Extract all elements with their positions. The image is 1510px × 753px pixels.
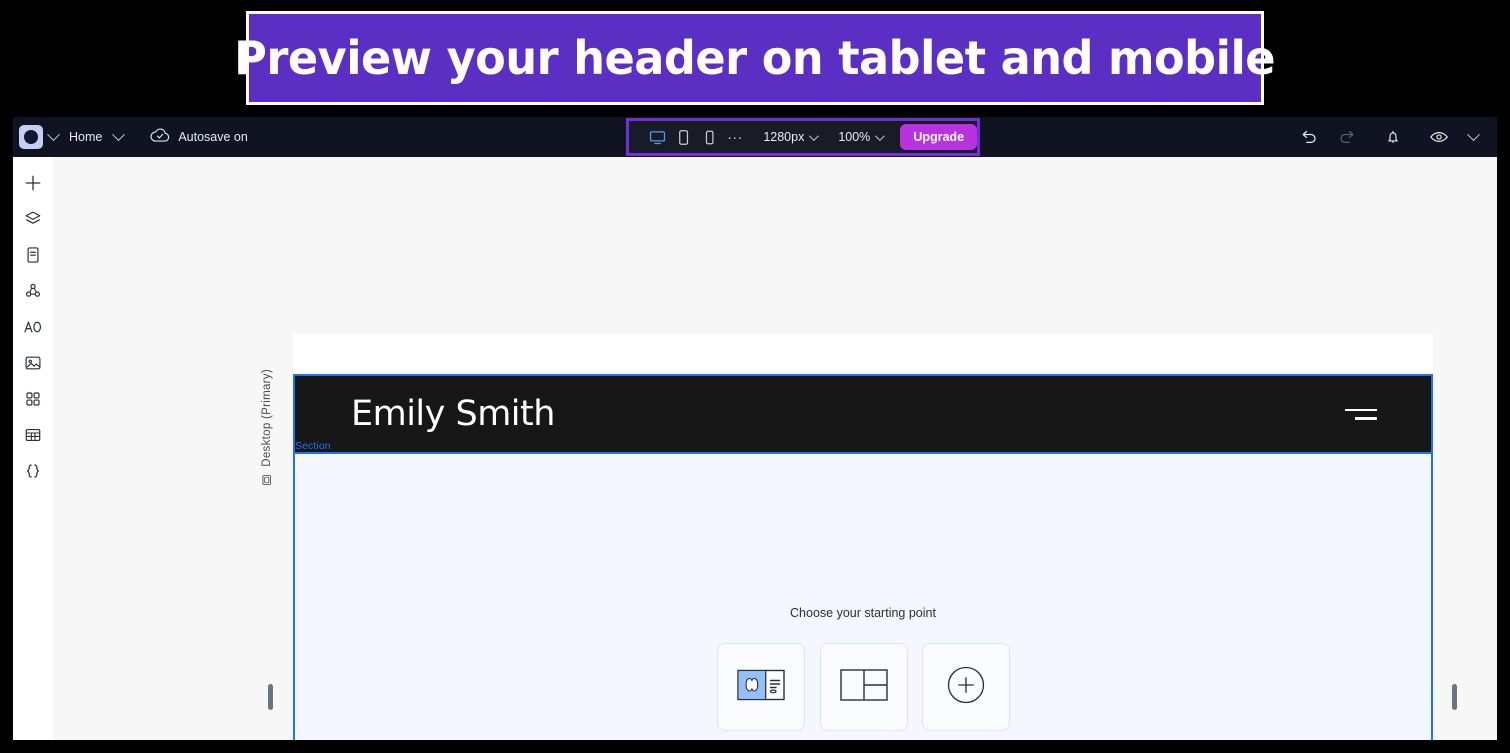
viewport-width-value: 1280px [763, 130, 805, 144]
starting-point-title: Choose your starting point [790, 606, 936, 620]
sidebar-item-layers[interactable] [18, 207, 48, 231]
chevron-down-icon [809, 130, 820, 141]
upgrade-button[interactable]: Upgrade [900, 124, 978, 150]
topbar-left-group: Home Autosave on [13, 124, 248, 150]
site-body-section[interactable]: Choose your starting point [293, 454, 1433, 740]
grid-layout-icon [840, 668, 888, 706]
topbar-right-group [1295, 117, 1483, 157]
hamburger-menu-icon[interactable] [1345, 408, 1377, 420]
grid-layout-tile[interactable] [820, 643, 909, 731]
app-logo-icon[interactable] [19, 125, 43, 149]
page-name-label[interactable]: Home [63, 130, 108, 144]
banner-text: Preview your header on tablet and mobile [234, 31, 1276, 85]
mobile-phone-icon[interactable] [697, 124, 721, 150]
sidebar-item-apps[interactable] [18, 387, 48, 411]
instructional-banner: Preview your header on tablet and mobile [235, 11, 1276, 105]
designed-section-icon [737, 667, 785, 708]
viewport-controls-group: ... 1280px 100% Upgrade [626, 118, 980, 156]
selected-section-tag: Section [295, 440, 331, 452]
starting-point-options: Designed Section [716, 643, 1011, 740]
bell-icon[interactable] [1379, 124, 1407, 150]
tablet-icon[interactable] [671, 124, 695, 150]
add-element-tile[interactable] [922, 643, 1011, 731]
site-header-section[interactable]: Emily Smith [293, 374, 1433, 454]
starting-point-option-grid-layout[interactable]: Grid Layout [820, 643, 909, 740]
viewport-label-text: Desktop (Primary) [261, 369, 273, 467]
page-top-strip [293, 334, 1433, 374]
page-chevron-down-icon[interactable] [108, 124, 128, 150]
autosave-label: Autosave on [178, 130, 248, 144]
starting-point-option-designed-section[interactable]: Designed Section [716, 643, 806, 740]
editor-window: Home Autosave on ... 1280px 100% Upgrade… [13, 117, 1497, 740]
undo-arrow-icon[interactable] [1295, 124, 1323, 150]
designed-section-tile[interactable] [717, 643, 805, 731]
cloud-check-icon [150, 127, 170, 148]
sidebar-item-theme-text[interactable] [18, 315, 48, 339]
starting-point-panel: Choose your starting point [295, 606, 1431, 740]
zoom-value: 100% [838, 130, 871, 144]
sidebar-item-add-element[interactable] [18, 171, 48, 195]
sidebar-item-media[interactable] [18, 351, 48, 375]
eye-icon[interactable] [1425, 124, 1453, 150]
site-header-title[interactable]: Emily Smith [351, 394, 555, 434]
preview-chevron-down-icon[interactable] [1463, 124, 1483, 150]
ellipsis-label: ... [727, 125, 744, 143]
resize-handle-left[interactable] [268, 684, 273, 710]
app-logo-dot [24, 130, 38, 144]
screenshot-root: Preview your header on tablet and mobile… [0, 0, 1510, 753]
zoom-selector[interactable]: 100% [832, 126, 888, 148]
sidebar-item-developer-mode[interactable] [18, 459, 48, 483]
autosave-status: Autosave on [150, 127, 248, 148]
chevron-down-icon[interactable] [43, 124, 63, 150]
viewport-width-selector[interactable]: 1280px [757, 126, 822, 148]
sidebar-item-cms-collections[interactable] [18, 423, 48, 447]
redo-arrow-icon[interactable] [1333, 124, 1361, 150]
chevron-down-icon [875, 130, 886, 141]
editor-topbar: Home Autosave on ... 1280px 100% Upgrade [13, 117, 1497, 157]
ellipsis-icon[interactable]: ... [723, 124, 747, 150]
plus-circle-icon [947, 666, 985, 709]
monitor-small-icon [261, 473, 273, 491]
resize-handle-right[interactable] [1452, 684, 1457, 710]
starting-point-option-add-element[interactable]: Add an Element [922, 643, 1011, 740]
desktop-monitor-icon[interactable] [645, 124, 669, 150]
sidebar-item-site-structure[interactable] [18, 279, 48, 303]
viewport-label[interactable]: Desktop (Primary) [261, 369, 273, 491]
sidebar-item-pages[interactable] [18, 243, 48, 267]
editor-canvas[interactable]: Desktop (Primary) Emily Smith Section Ch… [53, 157, 1497, 740]
editor-left-rail [13, 157, 53, 740]
